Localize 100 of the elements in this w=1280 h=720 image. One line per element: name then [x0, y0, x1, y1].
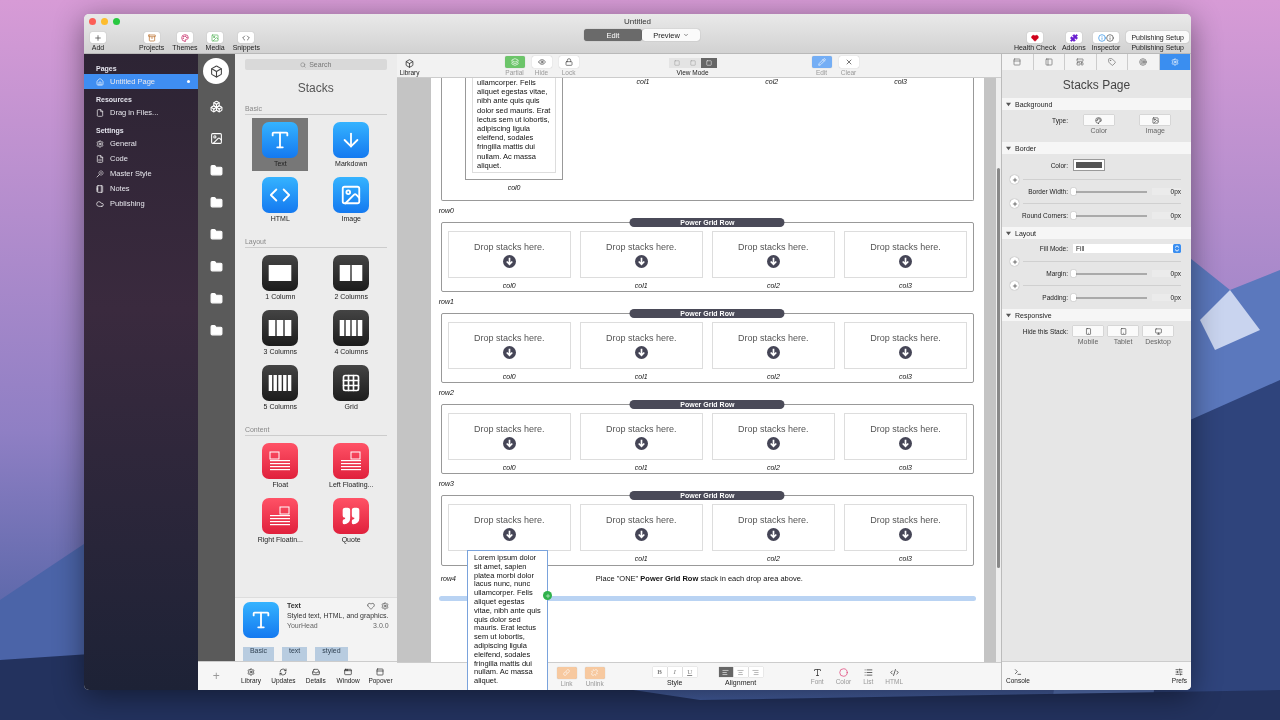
option-button[interactable] — [1108, 326, 1138, 336]
gear-icon[interactable] — [380, 602, 389, 610]
article-icon — [340, 451, 363, 471]
drop-area[interactable]: Drop stacks here. — [447, 413, 571, 460]
drop-area[interactable]: Drop stacks here. — [447, 322, 571, 369]
close-window-button[interactable] — [89, 18, 96, 25]
drop-area[interactable]: Drop stacks here. — [843, 413, 967, 460]
phone-icon — [1084, 327, 1092, 335]
tag-icon — [1107, 58, 1116, 66]
drop-hint: Drop stacks here. — [606, 332, 677, 343]
plus-icon — [1011, 200, 1018, 207]
slider[interactable] — [1073, 190, 1147, 193]
view-mode-option[interactable] — [700, 58, 717, 68]
drop-hint: Drop stacks here. — [473, 332, 545, 343]
download-arrow-icon — [502, 345, 516, 359]
add-breakpoint-button[interactable] — [1010, 257, 1019, 266]
inspector-tab[interactable] — [1065, 54, 1097, 70]
notebook-icon — [96, 184, 104, 193]
inspector-tab[interactable] — [1128, 54, 1160, 70]
download-arrow-icon — [634, 436, 648, 450]
drop-hint: Drop stacks here. — [473, 241, 545, 252]
slider[interactable] — [1073, 214, 1147, 217]
color-well[interactable] — [1073, 159, 1105, 171]
plus-icon — [1011, 176, 1018, 183]
panel-top-icon — [1013, 58, 1022, 66]
palette-icon — [180, 33, 189, 42]
drop-area[interactable]: Drop stacks here. — [711, 322, 835, 369]
slider[interactable] — [1073, 272, 1147, 275]
slider-thumb[interactable] — [1071, 293, 1076, 301]
drop-hint: Drop stacks here. — [870, 423, 941, 434]
monitor-icon — [1154, 327, 1162, 335]
stepper-icon[interactable] — [1173, 244, 1181, 253]
add-breakpoint-button[interactable] — [1010, 175, 1019, 184]
image-icon — [209, 131, 223, 145]
download-arrow-icon — [634, 527, 648, 541]
option-button[interactable] — [1140, 115, 1171, 125]
info-icon — [1098, 33, 1107, 42]
option-button[interactable] — [1083, 115, 1114, 125]
drop-area[interactable]: Drop stacks here. — [579, 504, 703, 551]
article-icon — [269, 506, 292, 526]
code-icon — [889, 668, 899, 677]
drop-hint: Drop stacks here. — [606, 514, 677, 525]
inspector-tab[interactable] — [1002, 54, 1034, 70]
search-icon — [300, 61, 307, 68]
inbox-icon — [311, 668, 320, 676]
drop-hint: Drop stacks here. — [606, 241, 677, 252]
download-arrow-icon — [502, 254, 516, 268]
library-tab[interactable] — [203, 58, 230, 84]
inspector-tab[interactable] — [1096, 54, 1128, 70]
drop-area[interactable]: Drop stacks here. — [711, 504, 835, 551]
list-icon — [863, 668, 873, 677]
drop-area[interactable]: Drop stacks here. — [843, 322, 967, 369]
drop-hint: Drop stacks here. — [738, 423, 809, 434]
window-title: Untitled — [622, 17, 653, 26]
alignment-button[interactable] — [718, 667, 733, 677]
pencil-icon — [817, 58, 826, 66]
add-breakpoint-button[interactable] — [1010, 281, 1019, 290]
heart-icon — [1030, 33, 1039, 42]
slider-thumb[interactable] — [1071, 187, 1076, 195]
link-icon — [563, 669, 571, 676]
option-button[interactable] — [1143, 326, 1173, 336]
color-wheel-icon — [1095, 116, 1103, 124]
zoom-window-button[interactable] — [113, 18, 120, 25]
cubes-icon — [209, 99, 223, 113]
align-right-icon — [752, 668, 760, 676]
download-arrow-icon — [766, 345, 780, 359]
drop-area[interactable]: Drop stacks here. — [711, 231, 835, 278]
inspector-tab[interactable] — [1159, 54, 1191, 70]
heart-icon[interactable] — [366, 602, 375, 610]
plus-icon — [1011, 282, 1018, 289]
slider-thumb[interactable] — [1071, 269, 1076, 277]
slider-thumb[interactable] — [1071, 211, 1076, 219]
option-button[interactable] — [1073, 326, 1103, 336]
drop-area[interactable]: Drop stacks here. — [579, 413, 703, 460]
slider[interactable] — [1073, 296, 1147, 299]
drop-hint: Drop stacks here. — [738, 241, 809, 252]
columns-icon — [338, 264, 365, 282]
drop-area[interactable]: Drop stacks here. — [447, 231, 571, 278]
download-arrow-icon — [898, 436, 912, 450]
archive-icon — [147, 33, 156, 42]
drop-hint: Drop stacks here. — [870, 332, 941, 343]
folder-icon — [209, 195, 223, 209]
drop-area[interactable]: Drop stacks here. — [579, 322, 703, 369]
drop-hint: Drop stacks here. — [870, 514, 941, 525]
house-icon — [96, 77, 104, 86]
quote-icon — [341, 506, 362, 526]
drop-area[interactable]: Drop stacks here. — [843, 504, 967, 551]
puzzle-icon — [1069, 33, 1078, 42]
drop-area[interactable]: Drop stacks here. — [711, 413, 835, 460]
folder-icon — [209, 227, 223, 241]
drop-hint: Drop stacks here. — [870, 241, 941, 252]
drop-area[interactable]: Drop stacks here. — [579, 231, 703, 278]
tablet-icon — [1119, 327, 1127, 335]
inspector-tab[interactable] — [1033, 54, 1065, 70]
code-icon — [242, 33, 251, 42]
download-arrow-icon — [766, 254, 780, 268]
add-breakpoint-button[interactable] — [1010, 199, 1019, 208]
drop-area[interactable]: Drop stacks here. — [843, 231, 967, 278]
plus-icon — [1011, 258, 1018, 265]
image-icon — [1151, 116, 1159, 124]
